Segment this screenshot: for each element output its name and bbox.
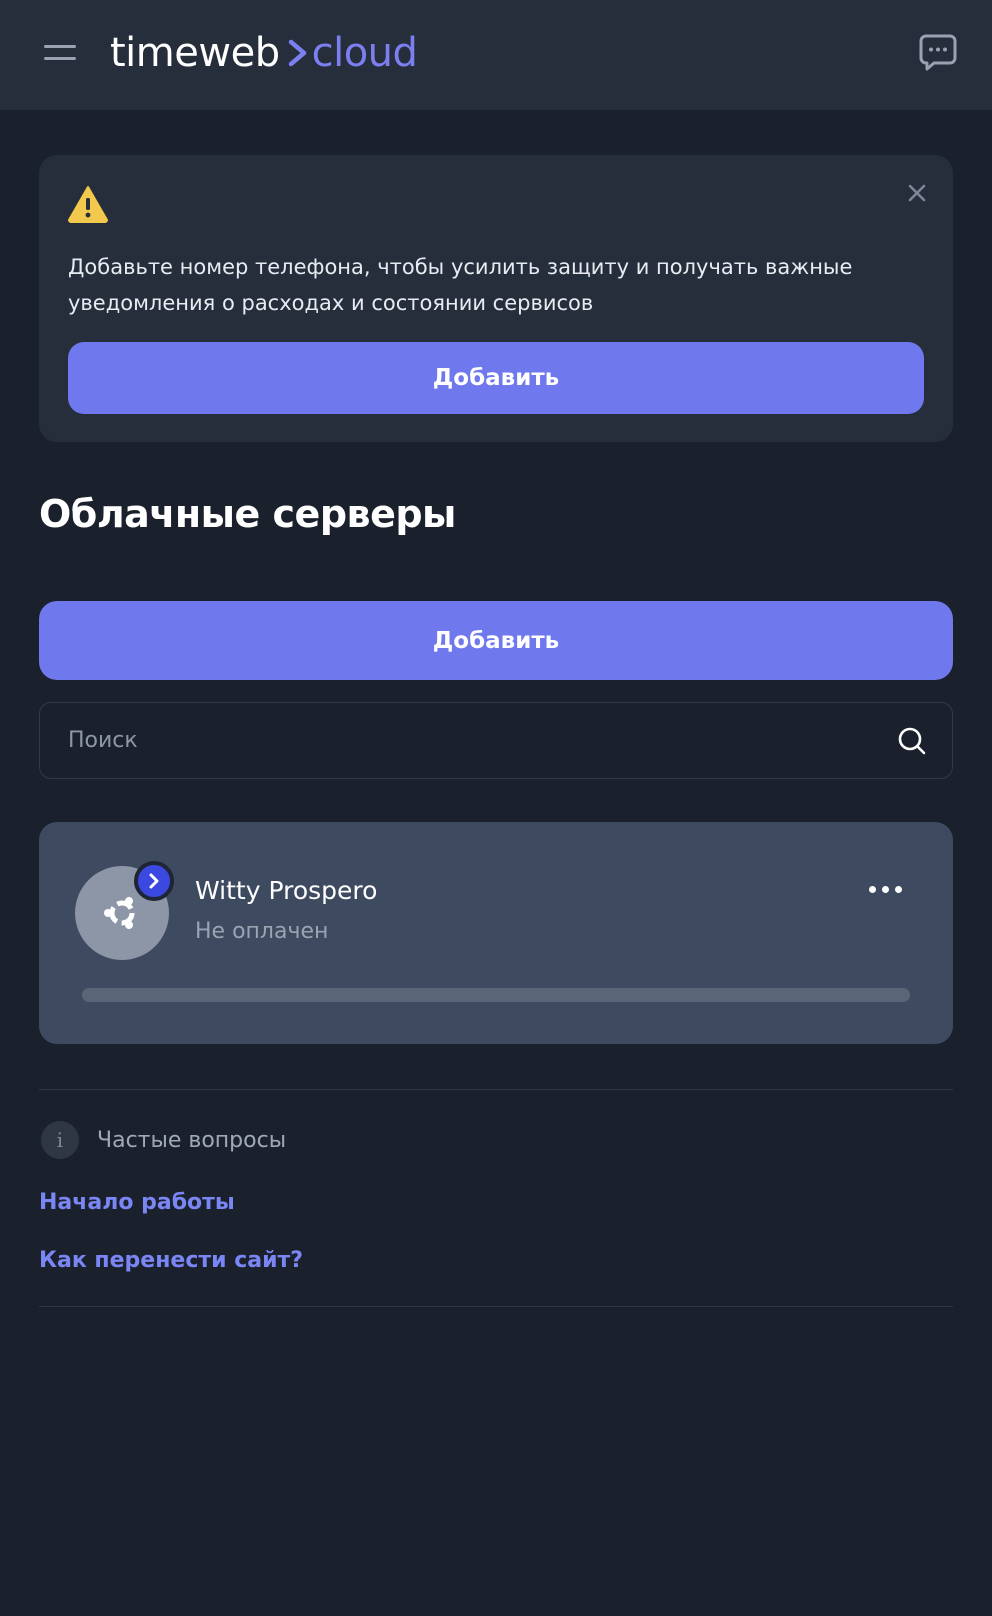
server-card[interactable]: Witty Prospero Не оплачен [39,822,953,1044]
warning-icon [68,186,108,223]
divider [39,1306,953,1307]
logo-text-timeweb: timeweb [110,30,280,76]
server-status: Не оплачен [195,919,329,944]
close-icon[interactable] [901,177,933,209]
search-box [39,702,953,779]
add-server-button[interactable]: Добавить [39,601,953,680]
phone-notice-banner: Добавьте номер телефона, чтобы усилить з… [39,155,953,442]
faq-title: Частые вопросы [97,1127,287,1153]
chat-support-icon[interactable] [918,32,958,72]
logo-chevron-icon [288,39,306,67]
add-phone-button[interactable]: Добавить [68,342,924,414]
hamburger-menu-icon[interactable] [44,43,78,65]
top-bar: timeweb cloud [0,0,992,110]
faq-header: i Частые вопросы [41,1121,286,1159]
chevron-right-icon [134,861,174,901]
faq-link-getting-started[interactable]: Начало работы [39,1190,235,1215]
faq-link-migrate-site[interactable]: Как перенести сайт? [39,1248,303,1273]
notice-text: Добавьте номер телефона, чтобы усилить з… [68,255,853,315]
search-input[interactable] [68,703,868,778]
logo-text-cloud: cloud [311,30,418,76]
search-icon[interactable] [896,725,928,757]
divider [39,1089,953,1090]
server-progress-bar [82,988,910,1002]
page-title: Облачные серверы [39,492,456,536]
info-icon: i [41,1121,79,1159]
logo[interactable]: timeweb cloud [110,26,418,80]
server-name: Witty Prospero [195,876,378,905]
more-options-icon[interactable] [859,874,911,904]
